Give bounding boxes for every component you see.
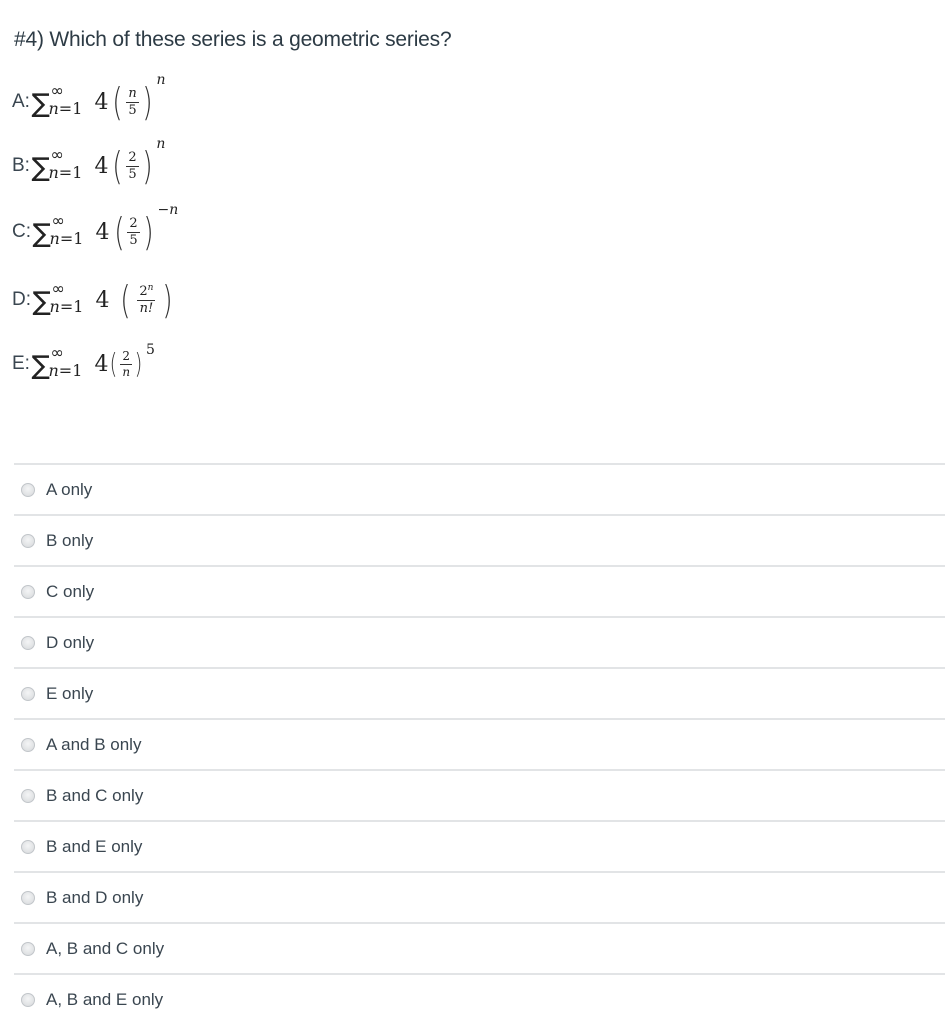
left-paren: ( <box>113 210 125 254</box>
numerator: 2 <box>127 215 140 233</box>
numerator: 2 <box>120 348 133 365</box>
fraction: 2n n! <box>137 282 156 316</box>
numerator: 2 <box>126 149 139 167</box>
answer-option[interactable]: A only <box>14 463 945 514</box>
sum-upper-limit: ∞ <box>51 279 65 298</box>
series-expression: ∑ ∞ n=1 4 ( 2 5 ) n <box>31 136 166 188</box>
radio-unchecked-icon[interactable] <box>21 890 35 905</box>
series-e: E: ∑ ∞ n=1 4 ( 2 n ) 5 <box>12 334 272 394</box>
radio-unchecked-icon[interactable] <box>21 839 35 854</box>
radio-unchecked-icon[interactable] <box>21 482 35 497</box>
left-paren: ( <box>112 80 124 124</box>
answer-option-label: A, B and E only <box>46 989 164 1009</box>
series-expression: ∑ ∞ n=1 4 ( 2 n ) 5 <box>31 342 155 381</box>
denominator: 5 <box>128 102 137 118</box>
series-label: A: <box>12 91 30 112</box>
answer-option[interactable]: B only <box>14 514 945 565</box>
sum-lower-limit: n=1 <box>48 99 83 118</box>
answer-option[interactable]: A and B only <box>14 718 945 769</box>
radio-unchecked-icon[interactable] <box>21 533 35 548</box>
answer-option[interactable]: B and D only <box>14 871 945 922</box>
answer-option[interactable]: B and E only <box>14 820 945 871</box>
fraction: 2 n <box>120 348 133 379</box>
series-d: D: ∑ ∞ n=1 4 ( 2n n! ) <box>12 270 272 330</box>
exponent: n <box>156 136 166 152</box>
numerator: 2n <box>137 282 156 301</box>
series-c: C: ∑ ∞ n=1 4 ( 2 5 ) −n <box>12 202 272 262</box>
left-paren: ( <box>112 144 124 188</box>
right-paren: ) <box>134 347 143 380</box>
radio-unchecked-icon[interactable] <box>21 941 35 956</box>
series-label: C: <box>12 221 31 242</box>
answer-option-label: E only <box>46 683 94 703</box>
left-paren: ( <box>110 347 118 380</box>
series-b: B: ∑ ∞ n=1 4 ( 2 5 ) n <box>12 136 272 196</box>
series-a: A: ∑ ∞ n=1 4 ( n 5 ) n <box>12 72 272 132</box>
answer-option[interactable]: D only <box>14 616 945 667</box>
answer-option-label: D only <box>46 632 95 652</box>
right-paren: ) <box>141 80 153 124</box>
sum-lower-limit: n=1 <box>48 361 83 380</box>
sum-upper-limit: ∞ <box>51 211 65 230</box>
sum-lower-limit: n=1 <box>49 229 84 248</box>
answer-option-label: B only <box>46 530 94 550</box>
fraction: 2 5 <box>127 215 140 248</box>
sigma-icon: ∑ <box>32 219 51 249</box>
radio-unchecked-icon[interactable] <box>21 635 35 650</box>
right-paren: ) <box>162 278 174 322</box>
series-expression: ∑ ∞ n=1 4 ( 2n n! ) <box>32 278 175 322</box>
denominator: n <box>122 364 131 379</box>
sigma-icon: ∑ <box>31 351 50 381</box>
series-label: D: <box>12 289 31 310</box>
right-paren: ) <box>141 144 153 188</box>
radio-unchecked-icon[interactable] <box>21 686 35 701</box>
answer-option[interactable]: A, B and E only <box>14 973 945 1024</box>
exponent: 5 <box>146 342 155 358</box>
sum-lower-limit: n=1 <box>48 163 83 182</box>
series-label: B: <box>12 155 30 176</box>
fraction: n 5 <box>126 85 139 118</box>
exponent: −n <box>157 202 179 218</box>
series-expression: ∑ ∞ n=1 4 ( 2 5 ) −n <box>32 202 179 254</box>
sum-upper-limit: ∞ <box>50 81 64 100</box>
answer-option-label: A only <box>46 479 93 499</box>
question-text: #4) Which of these series is a geometric… <box>14 28 452 51</box>
radio-unchecked-icon[interactable] <box>21 737 35 752</box>
coefficient: 4 <box>94 351 109 377</box>
left-paren: ( <box>119 278 131 322</box>
answer-options: A only B only C only D only E only A and B on… <box>14 463 945 1024</box>
exponent: n <box>156 72 166 88</box>
series-expression: ∑ ∞ n=1 4 ( n 5 ) n <box>31 72 166 124</box>
answer-option[interactable]: A, B and C only <box>14 922 945 973</box>
denominator: 5 <box>128 166 137 182</box>
sigma-icon: ∑ <box>32 287 51 317</box>
sum-lower-limit: n=1 <box>49 297 84 316</box>
answer-option[interactable]: C only <box>14 565 945 616</box>
answer-option[interactable]: B and C only <box>14 769 945 820</box>
coefficient: 4 <box>95 219 110 245</box>
answer-option-label: A, B and C only <box>46 938 165 958</box>
radio-unchecked-icon[interactable] <box>21 788 35 803</box>
numerator: n <box>126 85 139 103</box>
answer-option-label: B and D only <box>46 887 144 907</box>
radio-unchecked-icon[interactable] <box>21 584 35 599</box>
denominator: n! <box>139 300 154 316</box>
sigma-icon: ∑ <box>31 153 50 183</box>
answer-option-label: B and E only <box>46 836 143 856</box>
answer-option-label: B and C only <box>46 785 144 805</box>
answer-option-label: A and B only <box>46 734 142 754</box>
coefficient: 4 <box>94 89 109 115</box>
right-paren: ) <box>142 210 154 254</box>
coefficient: 4 <box>94 153 109 179</box>
series-label: E: <box>12 353 30 374</box>
sigma-icon: ∑ <box>31 89 50 119</box>
coefficient: 4 <box>95 287 110 313</box>
sum-upper-limit: ∞ <box>50 343 64 362</box>
fraction: 2 5 <box>126 149 139 182</box>
radio-unchecked-icon[interactable] <box>21 992 35 1007</box>
denominator: 5 <box>129 232 138 248</box>
answer-option-label: C only <box>46 581 95 601</box>
answer-option[interactable]: E only <box>14 667 945 718</box>
sum-upper-limit: ∞ <box>50 145 64 164</box>
